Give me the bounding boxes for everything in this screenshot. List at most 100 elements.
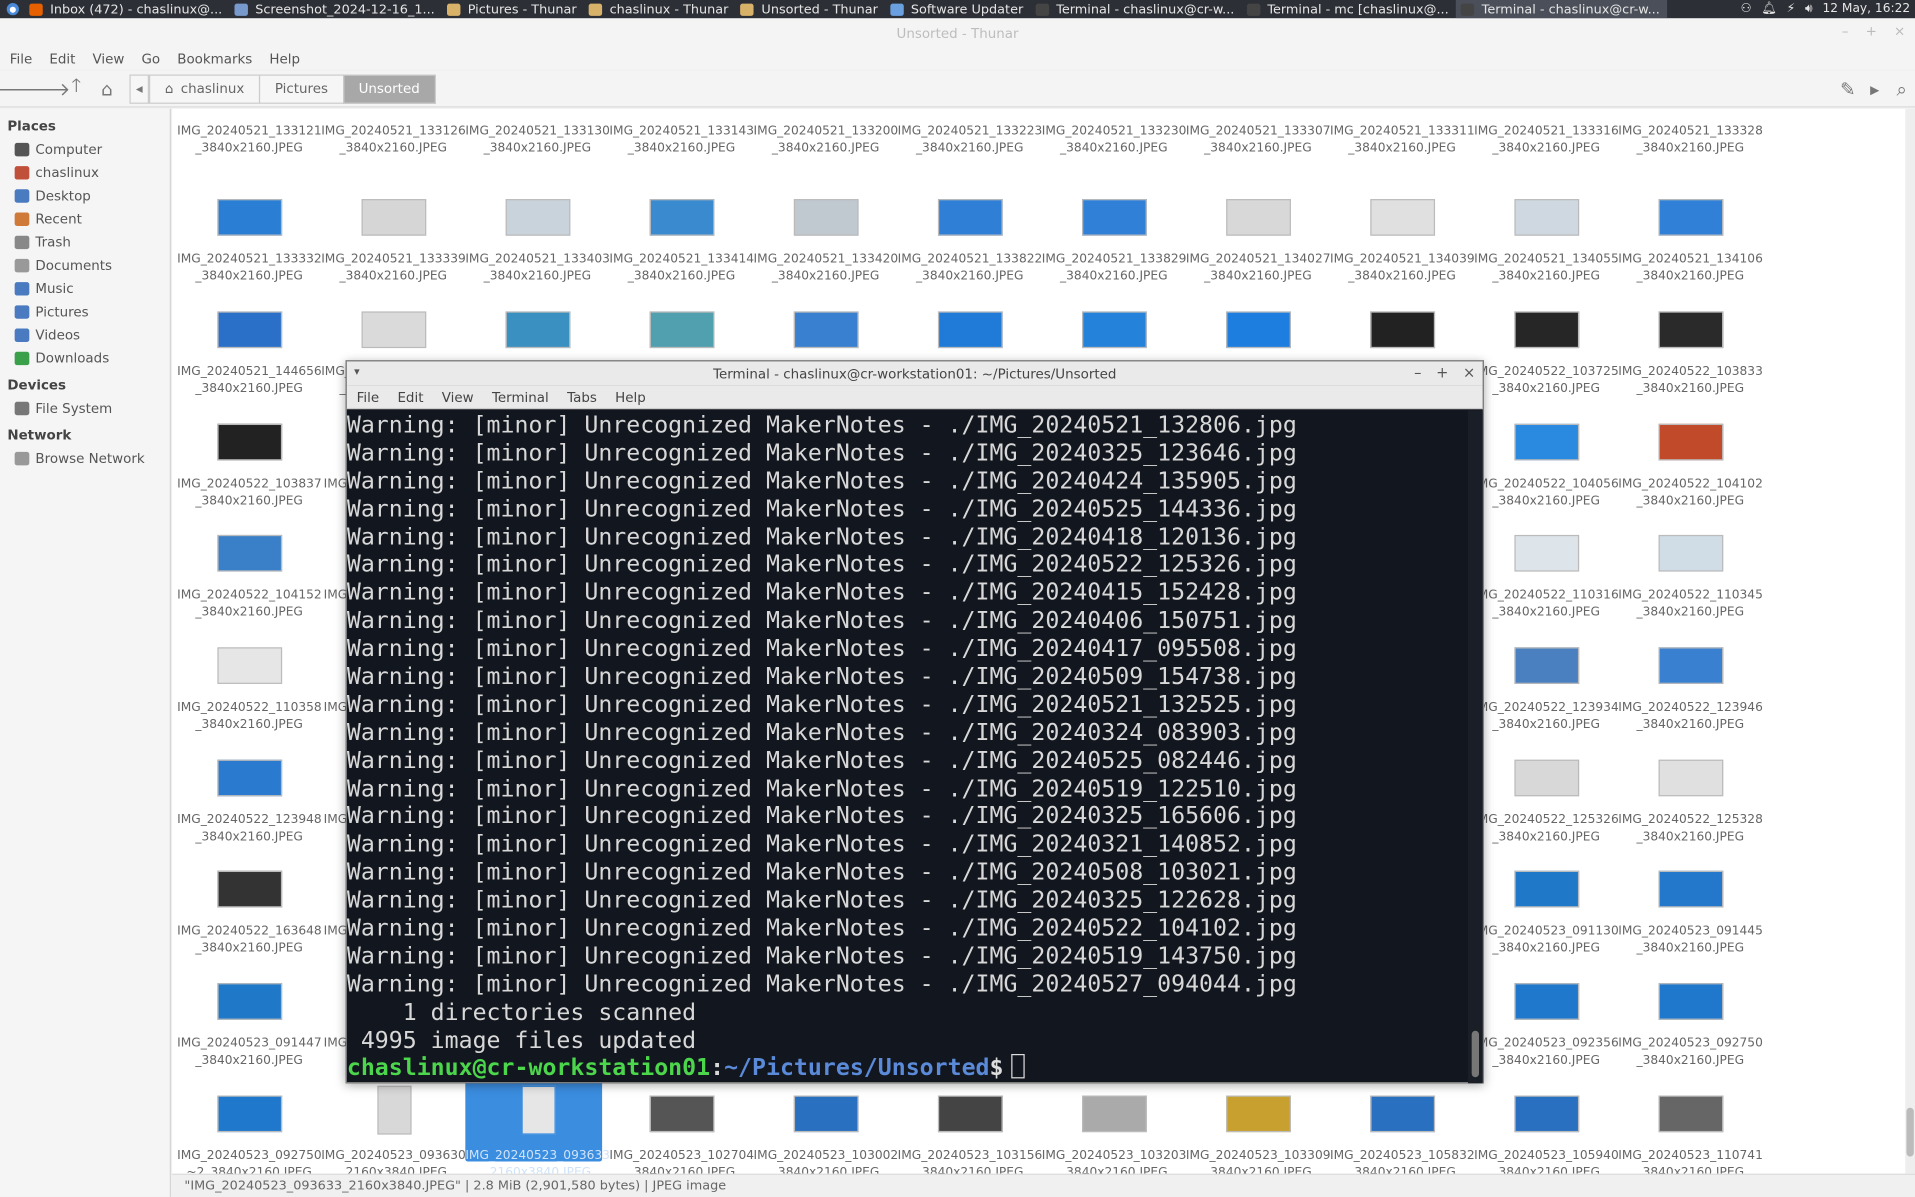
maximize-icon[interactable]: + [1866, 23, 1877, 39]
close-icon[interactable]: × [1463, 364, 1475, 381]
up-button[interactable]: 🡑 [61, 70, 92, 107]
sidebar-item-documents[interactable]: Documents [0, 254, 170, 277]
sidebar-item-recent[interactable]: Recent [0, 208, 170, 231]
maximize-icon[interactable]: + [1436, 364, 1448, 381]
terminal-prompt[interactable]: chaslinux@cr-workstation01:~/Pictures/Un… [347, 1054, 1468, 1083]
taskbar-item[interactable]: Pictures - Thunar [442, 0, 584, 18]
taskbar-item[interactable]: Terminal - chaslinux@cr-w... [1031, 0, 1242, 18]
taskbar-item[interactable]: Unsorted - Thunar [736, 0, 885, 18]
file-item[interactable]: IMG_20240521_144656 _3840x2160.JPEG [177, 270, 321, 396]
file-item[interactable]: IMG_20240522_104152 _3840x2160.JPEG [177, 493, 321, 619]
network-icon[interactable]: ⚇ [1741, 2, 1752, 15]
file-item[interactable]: IMG_20240522_110358 _3840x2160.JPEG [177, 606, 321, 732]
file-item[interactable]: IMG_20240522_123946 _3840x2160.JPEG [1618, 606, 1762, 732]
file-item[interactable]: IMG_20240522_103725 _3840x2160.JPEG [1474, 270, 1618, 396]
sidebar-item-browse-network[interactable]: Browse Network [0, 447, 170, 470]
grid-scrollbar[interactable] [1905, 108, 1915, 1174]
breadcrumb-scroll-left[interactable]: ◂ [129, 73, 149, 104]
file-item[interactable]: IMG_20240521_134106 _3840x2160.JPEG [1618, 158, 1762, 283]
terminal-line: Warning: [minor] Unrecognized MakerNotes… [346, 914, 1297, 942]
terminal-menu-file[interactable]: File [357, 389, 379, 405]
file-item[interactable]: IMG_20240521_133403 _3840x2160.JPEG [465, 158, 609, 283]
file-item[interactable]: IMG_20240523_105940 _3840x2160.JPEG [1474, 1054, 1618, 1174]
file-item[interactable]: IMG_20240522_125328 _3840x2160.JPEG [1618, 718, 1762, 844]
file-item[interactable]: IMG_20240522_110316 _3840x2160.JPEG [1474, 493, 1618, 619]
file-item[interactable]: IMG_20240522_103837 _3840x2160.JPEG [177, 382, 321, 508]
menu-edit[interactable]: Edit [49, 51, 75, 67]
terminal-menu-edit[interactable]: Edit [397, 389, 423, 405]
sidebar-item-music[interactable]: Music [0, 277, 170, 300]
menu-file[interactable]: File [10, 51, 32, 67]
notification-bell-icon[interactable]: 🔔︎ [1761, 2, 1777, 15]
file-item[interactable]: IMG_20240522_104056 _3840x2160.JPEG [1474, 382, 1618, 508]
menu-go[interactable]: Go [141, 51, 160, 67]
menu-bookmarks[interactable]: Bookmarks [177, 51, 252, 67]
terminal-titlebar[interactable]: ▾ Terminal - chaslinux@cr-workstation01:… [346, 361, 1483, 386]
file-item[interactable]: IMG_20240521_133414 _3840x2160.JPEG [609, 158, 754, 283]
sidebar-item-file-system[interactable]: File System [0, 397, 170, 420]
scrollbar-thumb[interactable] [1471, 1030, 1480, 1078]
file-item[interactable]: IMG_20240522_104102 _3840x2160.JPEG [1618, 382, 1762, 508]
file-item[interactable]: IMG_20240523_092356 _3840x2160.JPEG [1474, 942, 1618, 1067]
file-item[interactable]: IMG_20240523_091445 _3840x2160.JPEG [1618, 829, 1762, 955]
home-button[interactable]: ⌂ [92, 70, 123, 107]
file-item[interactable]: IMG_20240522_163648 _3840x2160.JPEG [177, 829, 321, 955]
taskbar-item[interactable]: Screenshot_2024-12-16_1... [230, 0, 442, 18]
file-item[interactable]: IMG_20240523_091447 _3840x2160.JPEG [177, 942, 321, 1067]
start-menu-button[interactable] [0, 0, 24, 18]
file-item[interactable]: IMG_20240522_110345 _3840x2160.JPEG [1618, 493, 1762, 619]
file-item[interactable]: IMG_20240523_110741 _3840x2160.JPEG [1618, 1054, 1762, 1174]
breadcrumb-item-unsorted[interactable]: Unsorted [342, 73, 436, 104]
menu-view[interactable]: View [92, 51, 124, 67]
file-item[interactable]: IMG_20240522_125326 _3840x2160.JPEG [1474, 718, 1618, 844]
clock[interactable]: 12 May, 16:22 [1822, 2, 1910, 15]
file-item[interactable]: IMG_20240521_133822 _3840x2160.JPEG [898, 158, 1042, 283]
file-item[interactable]: IMG_20240521_133829 _3840x2160.JPEG [1042, 158, 1186, 283]
file-item[interactable]: IMG_20240521_133420 _3840x2160.JPEG [754, 158, 898, 283]
sidebar-item-downloads[interactable]: Downloads [0, 347, 170, 370]
taskbar-item[interactable]: Software Updater [885, 0, 1030, 18]
forward-button[interactable]: 🡒 [21, 70, 70, 107]
terminal-menu-tabs[interactable]: Tabs [567, 389, 597, 405]
sidebar-item-computer[interactable]: Computer [0, 138, 170, 161]
file-item[interactable]: IMG_20240521_134055 _3840x2160.JPEG [1474, 158, 1618, 283]
file-item[interactable]: IMG_20240522_103833 _3840x2160.JPEG [1618, 270, 1762, 396]
breadcrumb-item-chaslinux[interactable]: ⌂ chaslinux [148, 73, 261, 104]
breadcrumb-scroll-right[interactable]: ▸ [1861, 70, 1888, 107]
minimize-icon[interactable]: – [1842, 23, 1849, 39]
file-item[interactable]: IMG_20240523_092750 _3840x2160.JPEG [1618, 942, 1762, 1067]
terminal-menu-terminal[interactable]: Terminal [492, 389, 549, 405]
breadcrumb-item-pictures[interactable]: Pictures [258, 73, 344, 104]
file-item[interactable]: IMG_20240521_134027 _3840x2160.JPEG [1186, 158, 1330, 283]
sidebar-item-trash[interactable]: Trash [0, 231, 170, 254]
terminal-menu-view[interactable]: View [442, 389, 474, 405]
menu-help[interactable]: Help [269, 51, 300, 67]
scrollbar-thumb[interactable] [1906, 1107, 1914, 1157]
taskbar-item[interactable]: Terminal - chaslinux@cr-w... [1456, 0, 1668, 19]
file-item[interactable]: IMG_20240521_133332 _3840x2160.JPEG [177, 158, 321, 283]
file-item[interactable]: IMG_20240522_123948 _3840x2160.JPEG [177, 718, 321, 844]
file-item[interactable]: IMG_20240523_091130 _3840x2160.JPEG [1474, 829, 1618, 955]
sidebar-item-chaslinux[interactable]: chaslinux [0, 161, 170, 184]
window-menu-icon[interactable]: ▾ [354, 366, 360, 378]
sidebar-item-pictures[interactable]: Pictures [0, 300, 170, 323]
terminal-window[interactable]: ▾ Terminal - chaslinux@cr-workstation01:… [345, 360, 1484, 1084]
taskbar-item[interactable]: chaslinux - Thunar [584, 0, 736, 18]
file-item[interactable]: IMG_20240521_134039 _3840x2160.JPEG [1330, 158, 1474, 283]
taskbar-item[interactable]: Inbox (472) - chaslinux@... [24, 0, 229, 18]
power-icon[interactable]: ⚡︎ [1787, 2, 1796, 15]
file-item[interactable]: IMG_20240522_123934 _3840x2160.JPEG [1474, 606, 1618, 732]
minimize-icon[interactable]: – [1414, 364, 1421, 381]
terminal-output[interactable]: Warning: [minor] Unrecognized MakerNotes… [347, 410, 1468, 1083]
file-item[interactable]: IMG_20240521_133339 _3840x2160.JPEG [321, 158, 465, 283]
file-item[interactable]: IMG_20240523_092750 ~2_3840x2160.JPEG [177, 1054, 321, 1174]
search-button[interactable]: ⌕ [1888, 70, 1915, 107]
sidebar-item-videos[interactable]: Videos [0, 324, 170, 347]
terminal-scrollbar[interactable] [1468, 410, 1483, 1084]
edit-location-button[interactable]: ✎ [1834, 70, 1861, 107]
sidebar-item-desktop[interactable]: Desktop [0, 184, 170, 207]
close-icon[interactable]: × [1894, 23, 1905, 39]
taskbar-item[interactable]: Terminal - mc [chaslinux@... [1242, 0, 1456, 18]
terminal-menu-help[interactable]: Help [615, 389, 646, 405]
volume-icon[interactable]: 🔊︎ [1805, 2, 1813, 15]
